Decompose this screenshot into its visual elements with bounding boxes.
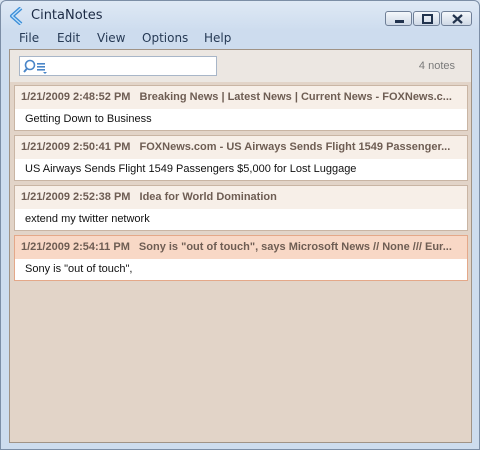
- maximize-icon: [422, 14, 433, 24]
- note-header: 1/21/2009 2:50:41 PM FOXNews.com - US Ai…: [15, 136, 467, 159]
- app-window: CintaNotes File Edit View Options Help 4…: [0, 0, 480, 450]
- maximize-button[interactable]: [413, 11, 440, 26]
- minimize-icon: [395, 20, 404, 23]
- note-date: 1/21/2009 2:48:52 PM: [21, 91, 131, 103]
- note-item-selected[interactable]: 1/21/2009 2:54:11 PM Sony is "out of tou…: [14, 235, 468, 281]
- note-item[interactable]: 1/21/2009 2:50:41 PM FOXNews.com - US Ai…: [14, 135, 468, 181]
- notes-count: 4 notes: [418, 60, 455, 72]
- note-title: Idea for World Domination: [139, 191, 277, 203]
- note-title: Sony is "out of touch", says Microsoft N…: [138, 241, 452, 253]
- menu-file[interactable]: File: [19, 31, 39, 45]
- menu-options[interactable]: Options: [142, 31, 188, 45]
- window-title: CintaNotes: [31, 8, 103, 23]
- close-icon: [452, 14, 463, 24]
- note-body: extend my twitter network: [25, 213, 150, 225]
- search-icon[interactable]: [23, 59, 55, 75]
- note-date: 1/21/2009 2:50:41 PM: [21, 141, 131, 153]
- note-item[interactable]: 1/21/2009 2:52:38 PM Idea for World Domi…: [14, 185, 468, 231]
- menu-bar: File Edit View Options Help: [5, 30, 475, 48]
- toolbar: 4 notes: [10, 50, 471, 82]
- note-date: 1/21/2009 2:54:11 PM: [21, 241, 130, 253]
- note-body: Sony is "out of touch",: [25, 263, 133, 275]
- title-bar[interactable]: CintaNotes: [1, 1, 479, 29]
- menu-help[interactable]: Help: [204, 31, 231, 45]
- note-date: 1/21/2009 2:52:38 PM: [21, 191, 131, 203]
- close-button[interactable]: [441, 11, 472, 26]
- minimize-button[interactable]: [385, 11, 412, 26]
- note-body: Getting Down to Business: [25, 113, 152, 125]
- note-title: Breaking News | Latest News | Current Ne…: [139, 91, 452, 103]
- note-body: US Airways Sends Flight 1549 Passengers …: [25, 163, 357, 175]
- notes-pane: 4 notes 1/21/2009 2:48:52 PM Breaking Ne…: [9, 49, 472, 443]
- note-title: FOXNews.com - US Airways Sends Flight 15…: [139, 141, 451, 153]
- menu-edit[interactable]: Edit: [57, 31, 80, 45]
- note-header: 1/21/2009 2:54:11 PM Sony is "out of tou…: [15, 236, 467, 259]
- menu-view[interactable]: View: [97, 31, 125, 45]
- note-header: 1/21/2009 2:52:38 PM Idea for World Domi…: [15, 186, 467, 209]
- cintanotes-logo-icon: [10, 7, 23, 25]
- notes-list: 1/21/2009 2:48:52 PM Breaking News | Lat…: [14, 85, 468, 285]
- note-header: 1/21/2009 2:48:52 PM Breaking News | Lat…: [15, 86, 467, 109]
- note-item[interactable]: 1/21/2009 2:48:52 PM Breaking News | Lat…: [14, 85, 468, 131]
